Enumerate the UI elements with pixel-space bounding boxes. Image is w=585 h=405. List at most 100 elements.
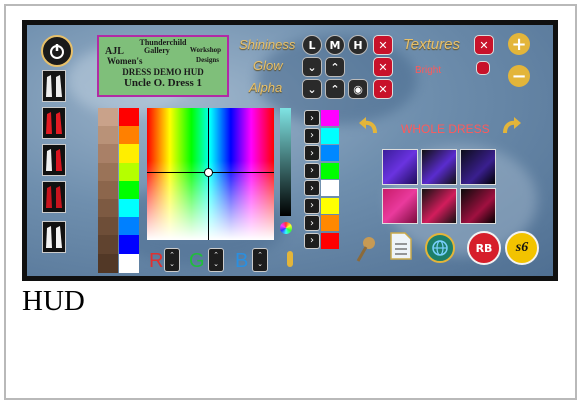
skin-color-swatch[interactable] <box>98 162 118 182</box>
chevron-down-icon: ⌄ <box>213 260 219 268</box>
logo-line-6: Designs <box>196 56 219 64</box>
preset-color-swatch[interactable] <box>321 145 339 161</box>
alpha-down-button[interactable]: ⌄ <box>302 79 322 99</box>
close-icon: ✕ <box>378 82 388 96</box>
bright-color-swatch[interactable] <box>119 144 139 164</box>
s6-badge-text: s6 <box>515 240 529 255</box>
shininess-medium-button[interactable]: M <box>325 35 345 55</box>
glow-clear-button[interactable]: ✕ <box>373 57 393 77</box>
pushpin-icon <box>356 237 375 262</box>
dress-thumb-3[interactable] <box>42 144 66 176</box>
minus-button[interactable]: − <box>508 65 530 87</box>
plus-icon: + <box>511 33 527 55</box>
dress-thumb-5[interactable] <box>42 221 66 253</box>
apply-preset-button[interactable]: › <box>304 127 320 144</box>
skin-color-swatch[interactable] <box>98 199 118 218</box>
chevron-down-icon: ⌄ <box>169 260 175 268</box>
shininess-low-button[interactable]: L <box>302 35 322 55</box>
bright-toggle-button[interactable] <box>476 61 490 75</box>
glow-down-button[interactable]: ⌄ <box>302 57 322 77</box>
notecard-button[interactable] <box>389 231 413 265</box>
preset-color-swatch[interactable] <box>321 197 339 214</box>
bright-color-swatch[interactable] <box>119 162 139 182</box>
notecard-icon <box>390 232 412 260</box>
chevron-up-icon: ⌃ <box>257 251 263 259</box>
plus-button[interactable]: + <box>508 33 530 55</box>
skin-color-swatch[interactable] <box>98 108 118 127</box>
texture-thumb-6[interactable] <box>460 188 496 224</box>
logo-line-8: Uncle O. Dress 1 <box>123 77 202 89</box>
brightness-slider[interactable] <box>280 108 291 216</box>
eye-icon: ◉ <box>353 82 363 96</box>
globe-icon <box>432 240 448 256</box>
preset-color-swatch[interactable] <box>321 162 339 179</box>
logo-line-7: DRESS DEMO HUD <box>122 67 204 77</box>
green-stepper[interactable]: ⌃ ⌄ <box>208 248 224 272</box>
s6-button[interactable]: s6 <box>505 231 539 265</box>
apply-preset-button[interactable]: › <box>304 110 320 126</box>
pushpin-button[interactable] <box>354 235 378 267</box>
close-icon: ✕ <box>479 38 489 52</box>
red-stepper[interactable]: ⌃ ⌄ <box>164 248 180 272</box>
dress-thumb-4[interactable] <box>42 181 66 213</box>
texture-thumb-3[interactable] <box>460 149 496 185</box>
alpha-up-button[interactable]: ⌃ <box>325 79 345 99</box>
alpha-clear-button[interactable]: ✕ <box>373 79 393 99</box>
shininess-label: Shininess <box>239 37 296 52</box>
color-dropper-icon[interactable] <box>287 251 293 267</box>
skin-color-swatch[interactable] <box>98 126 118 146</box>
glow-label: Glow <box>253 58 283 73</box>
apply-preset-button[interactable]: › <box>304 197 320 214</box>
bright-color-swatch[interactable] <box>119 217 139 237</box>
skin-color-swatch[interactable] <box>98 217 118 237</box>
bright-color-swatch[interactable] <box>119 253 139 273</box>
curved-arrow-right-icon <box>503 117 521 134</box>
blue-stepper[interactable]: ⌃ ⌄ <box>252 248 268 272</box>
apply-preset-button[interactable]: › <box>304 232 320 249</box>
power-button[interactable] <box>41 35 73 67</box>
texture-thumb-4[interactable] <box>382 188 418 224</box>
palette-icon[interactable] <box>280 222 292 234</box>
globe-button[interactable] <box>425 233 455 263</box>
apply-preset-button[interactable]: › <box>304 162 320 179</box>
apply-preset-button[interactable]: › <box>304 215 320 231</box>
texture-thumb-5[interactable] <box>421 188 457 224</box>
preset-color-swatch[interactable] <box>321 232 339 249</box>
shininess-clear-button[interactable]: ✕ <box>373 35 393 55</box>
preset-color-swatch[interactable] <box>321 110 339 126</box>
spectrum-cursor <box>204 168 213 177</box>
texture-thumb-1[interactable] <box>382 149 418 185</box>
whole-dress-label: WHOLE DRESS <box>401 122 490 136</box>
shininess-high-button[interactable]: H <box>348 35 368 55</box>
undo-button[interactable] <box>357 115 379 141</box>
skin-color-swatch[interactable] <box>98 144 118 164</box>
preset-color-swatch[interactable] <box>321 127 339 144</box>
skin-color-swatch[interactable] <box>98 180 118 200</box>
alpha-show-button[interactable]: ◉ <box>348 79 368 99</box>
bright-color-swatch[interactable] <box>119 180 139 200</box>
dress-thumb-2[interactable] <box>42 107 66 139</box>
chevron-up-icon: ⌃ <box>169 251 175 259</box>
chevron-down-icon: ⌄ <box>257 260 263 268</box>
chevron-up-icon: ⌃ <box>330 82 340 96</box>
rb-button[interactable]: RB <box>467 231 501 265</box>
preset-color-swatch[interactable] <box>321 215 339 231</box>
bright-color-swatch[interactable] <box>119 126 139 146</box>
bright-color-swatch[interactable] <box>119 199 139 218</box>
dress-thumb-1[interactable] <box>42 70 66 102</box>
glow-up-button[interactable]: ⌃ <box>325 57 345 77</box>
color-spectrum[interactable] <box>147 108 274 240</box>
apply-preset-button[interactable]: › <box>304 180 320 196</box>
hud-panel: Thunderchild AJL Gallery Workshop Women'… <box>22 20 558 281</box>
skin-color-swatch[interactable] <box>98 235 118 255</box>
bright-color-swatch[interactable] <box>119 108 139 127</box>
bright-color-swatch[interactable] <box>119 235 139 255</box>
redo-button[interactable] <box>501 115 523 141</box>
textures-clear-button[interactable]: ✕ <box>474 35 494 55</box>
logo-line-2: Gallery <box>144 46 170 55</box>
texture-thumb-2[interactable] <box>421 149 457 185</box>
apply-preset-button[interactable]: › <box>304 145 320 161</box>
green-label: G <box>189 250 205 272</box>
preset-color-swatch[interactable] <box>321 180 339 196</box>
skin-color-swatch[interactable] <box>98 253 118 273</box>
